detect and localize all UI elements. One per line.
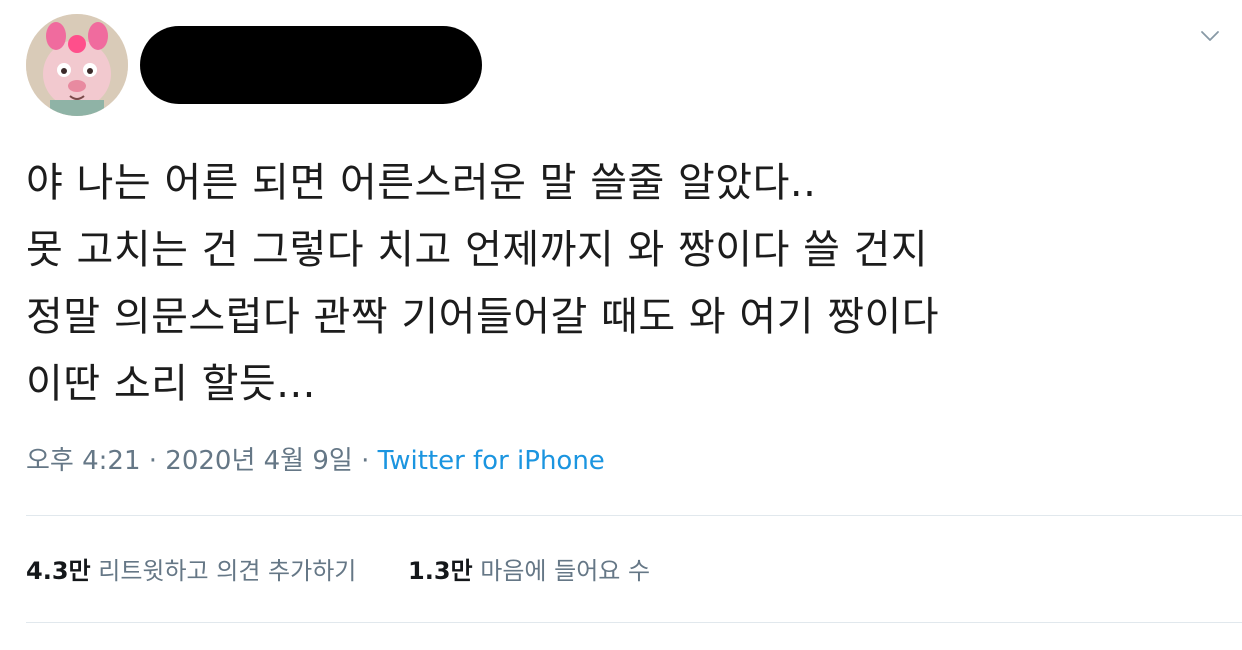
like-count: 1.3만 bbox=[408, 557, 473, 585]
retweet-stat[interactable]: 4.3만 리트윗하고 의견 추가하기 bbox=[26, 555, 356, 587]
tweet-text-line: 정말 의문스럽다 관짝 기어들어갈 때도 와 여기 짱이다 bbox=[26, 294, 940, 340]
tweet-text-line: 야 나는 어른 되면 어른스러운 말 쓸줄 알았다.. bbox=[26, 160, 817, 206]
avatar[interactable] bbox=[26, 14, 128, 116]
tweet-card: 야 나는 어른 되면 어른스러운 말 쓸줄 알았다.. 못 고치는 건 그렇다 … bbox=[0, 0, 1242, 650]
redacted-username bbox=[140, 26, 482, 104]
tweet-stats: 4.3만 리트윗하고 의견 추가하기 1.3만 마음에 들어요 수 bbox=[26, 555, 650, 587]
retweet-label: 리트윗하고 의견 추가하기 bbox=[90, 557, 357, 585]
tweet-text: 야 나는 어른 되면 어른스러운 말 쓸줄 알았다.. 못 고치는 건 그렇다 … bbox=[26, 150, 1226, 418]
retweet-count: 4.3만 bbox=[26, 557, 91, 585]
tweet-text-line: 이딴 소리 할듯... bbox=[26, 361, 316, 407]
divider bbox=[26, 622, 1242, 623]
timestamp[interactable]: 오후 4:21 · 2020년 4월 9일 · bbox=[26, 446, 378, 476]
chevron-down-icon[interactable] bbox=[1194, 20, 1226, 52]
source-link[interactable]: Twitter for iPhone bbox=[378, 446, 605, 476]
like-stat[interactable]: 1.3만 마음에 들어요 수 bbox=[408, 555, 650, 587]
avatar-image bbox=[26, 14, 128, 116]
tweet-meta: 오후 4:21 · 2020년 4월 9일 · Twitter for iPho… bbox=[26, 444, 605, 478]
divider bbox=[26, 515, 1242, 516]
tweet-text-line: 못 고치는 건 그렇다 치고 언제까지 와 짱이다 쓸 건지 bbox=[26, 227, 929, 273]
like-label: 마음에 들어요 수 bbox=[472, 557, 651, 585]
